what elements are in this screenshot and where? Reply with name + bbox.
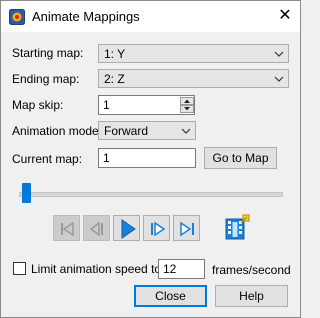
starting-map-value: 1: Y: [104, 47, 126, 61]
title-bar: Animate Mappings ✕: [1, 1, 300, 32]
step-forward-button[interactable]: [143, 215, 170, 241]
help-button[interactable]: Help: [215, 285, 288, 307]
animation-mode-value: Forward: [104, 124, 149, 138]
close-window-icon[interactable]: ✕: [272, 3, 298, 29]
map-skip-label: Map skip:: [12, 98, 64, 112]
go-to-map-button[interactable]: Go to Map: [204, 147, 277, 169]
chevron-down-icon: [274, 51, 284, 57]
map-slider-thumb[interactable]: [22, 183, 31, 203]
limit-speed-label: Limit animation speed to: [31, 262, 162, 276]
first-frame-icon: [61, 221, 74, 237]
step-back-button[interactable]: [83, 215, 110, 241]
fps-input[interactable]: [159, 260, 204, 278]
starting-map-label: Starting map:: [12, 46, 84, 60]
animate-mappings-dialog: Animate Mappings ✕ Starting map: 1: Y En…: [0, 0, 301, 318]
play-icon: [121, 219, 136, 239]
ending-map-select[interactable]: 2: Z: [98, 69, 289, 88]
movie-export-icon[interactable]: [223, 213, 251, 241]
chevron-down-icon: [181, 128, 191, 134]
first-frame-button[interactable]: [53, 215, 80, 241]
fps-field[interactable]: [158, 259, 205, 279]
step-forward-icon: [151, 221, 166, 237]
animation-mode-label: Animation mode:: [12, 124, 103, 138]
current-map-field[interactable]: [98, 148, 196, 168]
chevron-down-icon: [274, 76, 284, 82]
current-map-label: Current map:: [12, 152, 83, 166]
tecplot-app-icon: [9, 9, 25, 25]
last-frame-button[interactable]: [173, 215, 200, 241]
map-slider-track[interactable]: [19, 192, 283, 197]
ending-map-value: 2: Z: [104, 72, 125, 86]
ending-map-label: Ending map:: [12, 72, 80, 86]
current-map-input[interactable]: [99, 149, 195, 167]
close-button[interactable]: Close: [134, 285, 207, 307]
play-button[interactable]: [113, 215, 140, 241]
fps-unit-label: frames/second: [212, 263, 291, 277]
last-frame-icon: [180, 221, 194, 237]
animation-mode-select[interactable]: Forward: [98, 121, 196, 140]
step-back-icon: [89, 221, 103, 237]
limit-speed-checkbox[interactable]: [13, 262, 26, 275]
map-skip-spinner-icon[interactable]: [180, 97, 194, 113]
starting-map-select[interactable]: 1: Y: [98, 44, 289, 63]
window-title: Animate Mappings: [32, 9, 140, 24]
